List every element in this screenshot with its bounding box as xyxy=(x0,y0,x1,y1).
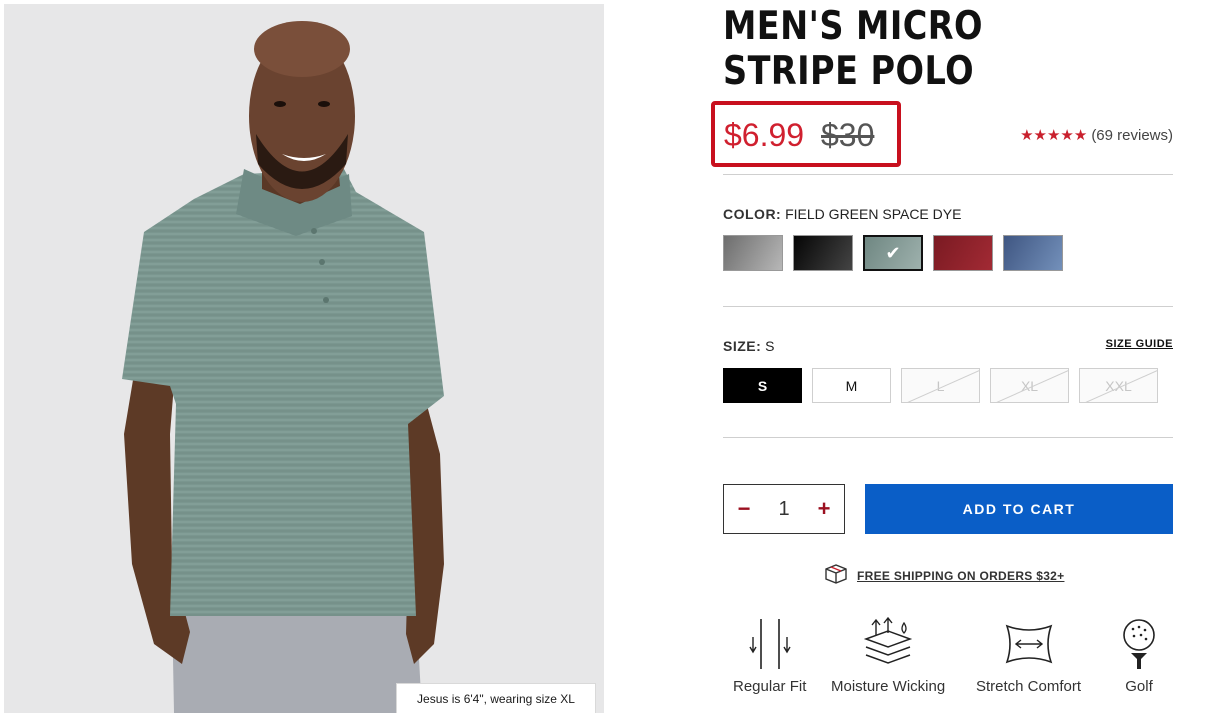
feature-label: Regular Fit xyxy=(733,678,807,695)
divider xyxy=(723,306,1173,307)
swatch-field-green[interactable]: ✔ xyxy=(863,235,923,271)
swatch-black[interactable] xyxy=(793,235,853,271)
product-image: Jesus is 6'4", wearing size XL xyxy=(4,4,604,713)
size-option-xl[interactable]: XL xyxy=(990,368,1069,403)
quantity-stepper: − 1 + xyxy=(723,484,845,534)
size-option-xxl[interactable]: XXL xyxy=(1079,368,1158,403)
swatch-red[interactable] xyxy=(933,235,993,271)
swatch-gray[interactable] xyxy=(723,235,783,271)
divider xyxy=(723,174,1173,175)
quantity-value[interactable]: 1 xyxy=(778,498,789,521)
shipping-text[interactable]: FREE SHIPPING ON ORDERS $32+ xyxy=(857,569,1064,583)
size-guide-link[interactable]: SIZE GUIDE xyxy=(1106,338,1173,350)
size-label: SIZE: S xyxy=(723,338,775,354)
size-option-l[interactable]: L xyxy=(901,368,980,403)
regular-fit-icon xyxy=(745,615,795,673)
selected-size: S xyxy=(765,338,775,354)
add-to-cart-button[interactable]: ADD TO CART xyxy=(865,484,1173,534)
sale-price: $6.99 xyxy=(724,117,805,153)
feature-label: Stretch Comfort xyxy=(976,678,1082,695)
feature-label: Moisture Wicking xyxy=(831,678,946,695)
color-swatches: ✔ xyxy=(723,235,1063,271)
product-title: MEN'S MICRO STRIPE POLO xyxy=(723,4,984,94)
feature-label: Golf xyxy=(1125,678,1153,695)
moisture-wicking-icon xyxy=(860,615,916,673)
decrement-button[interactable]: − xyxy=(734,498,754,520)
model-illustration xyxy=(122,21,444,713)
product-rating[interactable]: ★★★★★ (69 reviews) xyxy=(1020,126,1173,145)
original-price: $30 xyxy=(821,117,875,153)
box-icon xyxy=(823,563,849,588)
stretch-comfort-icon xyxy=(1001,615,1057,673)
golf-icon xyxy=(1119,615,1159,673)
feature-list: Regular Fit Moisture Wicking Stretch Com… xyxy=(723,615,1173,705)
size-options: S M L XL XXL xyxy=(723,368,1158,403)
feature-stretch-comfort: Stretch Comfort xyxy=(976,615,1081,695)
size-label-key: SIZE: xyxy=(723,338,762,354)
color-label: COLOR: FIELD GREEN SPACE DYE xyxy=(723,206,961,222)
feature-regular-fit: Regular Fit xyxy=(733,615,806,695)
selected-color-name: FIELD GREEN SPACE DYE xyxy=(785,206,962,222)
feature-moisture-wicking: Moisture Wicking xyxy=(831,615,945,695)
check-icon: ✔ xyxy=(885,242,901,263)
color-label-key: COLOR: xyxy=(723,206,782,222)
feature-golf: Golf xyxy=(1119,615,1159,695)
size-option-s[interactable]: S xyxy=(723,368,802,403)
model-size-caption: Jesus is 6'4", wearing size XL xyxy=(396,683,596,713)
size-option-m[interactable]: M xyxy=(812,368,891,403)
star-rating-icon: ★★★★★ xyxy=(1020,127,1088,144)
review-count[interactable]: (69 reviews) xyxy=(1091,127,1173,144)
swatch-blue[interactable] xyxy=(1003,235,1063,271)
increment-button[interactable]: + xyxy=(814,498,834,520)
free-shipping-link[interactable]: FREE SHIPPING ON ORDERS $32+ xyxy=(823,563,1064,588)
divider xyxy=(723,437,1173,438)
